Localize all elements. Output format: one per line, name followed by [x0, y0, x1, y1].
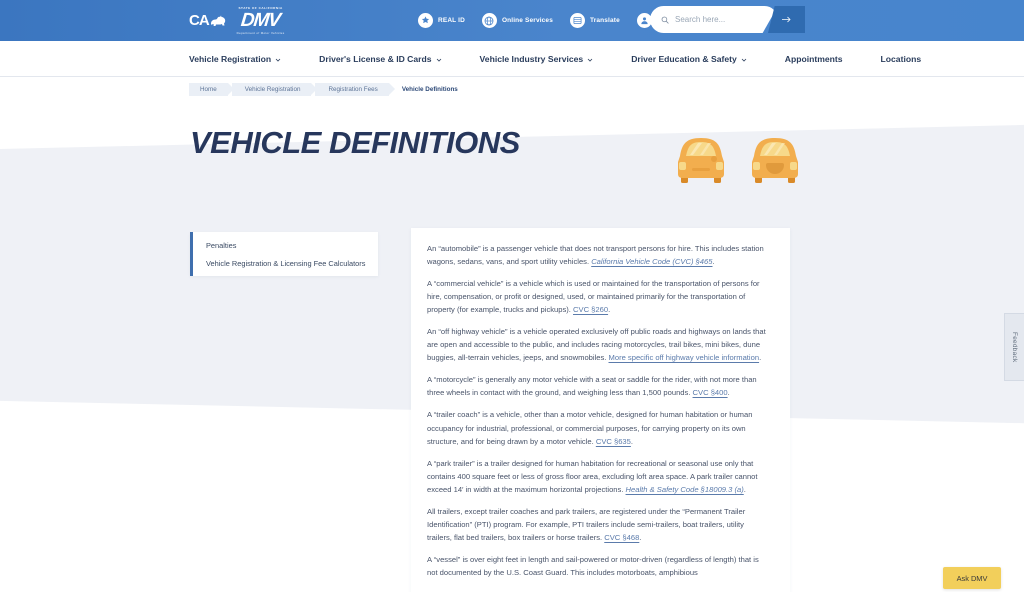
definition-paragraph-automobile: An “automobile” is a passenger vehicle t… [427, 244, 764, 267]
breadcrumb-label: Home [200, 86, 217, 93]
nav-item-label: Vehicle Registration [189, 54, 272, 64]
feedback-label: Feedback [1011, 331, 1018, 363]
definitions-content: An “automobile” is a passenger vehicle t… [411, 228, 790, 592]
utility-link-translate[interactable]: Translate [569, 13, 620, 28]
definition-link[interactable]: CVC §400 [693, 388, 728, 397]
definition-paragraph-park-trailer: A “park trailer” is a trailer designed f… [427, 458, 758, 494]
nav-item-driver-education-safety[interactable]: Driver Education & Safety [631, 54, 747, 64]
definition-link[interactable]: CVC §635 [596, 437, 631, 446]
dmv-dept-line: Department of Motor Vehicles [236, 30, 285, 35]
nav-item-vehicle-industry-services[interactable]: Vehicle Industry Services [480, 54, 594, 64]
top-utility-bar: CA STATE OF CALIFORNIA DMV Department of… [0, 0, 1024, 41]
dmv-word: DMV [240, 10, 282, 32]
chevron-down-icon [587, 57, 593, 63]
utility-link-online-services[interactable]: Online Services [481, 13, 553, 28]
globe-icon [481, 13, 497, 28]
site-search [650, 6, 805, 33]
bear-icon [210, 15, 227, 27]
definition-link[interactable]: More specific off highway vehicle inform… [609, 353, 760, 362]
car-icon-left [678, 138, 724, 183]
sidebar-item-label: Vehicle Registration & Licensing Fee Cal… [206, 259, 366, 268]
utility-links: REAL ID Online Services Translate [418, 0, 681, 41]
page-root: CA STATE OF CALIFORNIA DMV Department of… [0, 0, 1024, 592]
dmv-wordmark: STATE OF CALIFORNIA DMV Department of Mo… [236, 6, 285, 35]
sidebar-item-label: Penalties [206, 241, 237, 250]
site-logo[interactable]: CA STATE OF CALIFORNIA DMV Department of… [189, 6, 285, 35]
star-badge-icon [418, 13, 433, 28]
nav-item-label: Vehicle Industry Services [479, 54, 584, 64]
definition-link[interactable]: CVC §260 [573, 305, 608, 314]
search-icon [661, 11, 669, 29]
utility-link-label: Online Services [501, 17, 553, 24]
nav-item-vehicle-registration[interactable]: Vehicle Registration [189, 54, 281, 64]
translate-icon [569, 13, 585, 28]
arrow-right-icon [781, 15, 792, 24]
page-title: VEHICLE DEFINITIONS [190, 125, 520, 160]
sidebar-item-fee-calculators[interactable]: Vehicle Registration & Licensing Fee Cal… [206, 259, 378, 268]
definition-link[interactable]: Health & Safety Code §18009.3 (a) [626, 485, 744, 494]
ca-logo: CA [189, 12, 227, 29]
ca-logo-text: CA [189, 12, 210, 30]
breadcrumb-label: Vehicle Registration [244, 86, 301, 93]
breadcrumb-label: Registration Fees [328, 86, 378, 93]
breadcrumb-label: Vehicle Definitions [401, 86, 458, 93]
nav-item-label: Driver's License & ID Cards [319, 54, 432, 64]
chevron-down-icon [741, 57, 747, 63]
definition-paragraph-vessel: A “vessel” is over eight feet in length … [427, 554, 759, 577]
definition-paragraph-off-highway-vehicle: An “off highway vehicle” is a vehicle op… [427, 327, 766, 363]
ask-dmv-label: Ask DMV [956, 573, 988, 583]
breadcrumb: Home Vehicle Registration Registration F… [189, 83, 473, 96]
definition-paragraph-commercial-vehicle: A “commercial vehicle” is a vehicle whic… [427, 279, 760, 315]
sidebar-item-penalties[interactable]: Penalties [206, 241, 378, 250]
nav-item-label: Locations [880, 54, 922, 64]
chevron-down-icon [436, 57, 442, 63]
breadcrumb-item-vehicle-registration[interactable]: Vehicle Registration [231, 83, 318, 96]
breadcrumb-item-registration-fees[interactable]: Registration Fees [315, 83, 396, 96]
car-icon-right [752, 138, 798, 183]
definition-paragraph-trailer-coach: A “trailer coach” is a vehicle, other th… [427, 410, 753, 446]
definition-link[interactable]: CVC §468 [604, 533, 639, 542]
two-cars-icon [672, 132, 804, 187]
utility-link-real-id[interactable]: REAL ID [418, 13, 465, 28]
breadcrumb-item-vehicle-definitions: Vehicle Definitions [393, 83, 469, 96]
utility-link-label: Translate [589, 17, 620, 24]
related-links-sidebar: Penalties Vehicle Registration & Licensi… [190, 232, 378, 276]
chevron-down-icon [275, 57, 281, 63]
breadcrumb-item-home[interactable]: Home [189, 83, 234, 96]
ask-dmv-button[interactable]: Ask DMV [943, 567, 1001, 589]
definition-paragraph-pti-trailers: All trailers, except trailer coaches and… [427, 506, 746, 542]
feedback-tab[interactable]: Feedback [1004, 313, 1024, 381]
nav-item-drivers-license-id-cards[interactable]: Driver's License & ID Cards [319, 54, 441, 64]
nav-item-locations[interactable]: Locations [881, 54, 922, 64]
nav-item-label: Appointments [784, 54, 843, 64]
definition-paragraph-motorcycle: A “motorcycle” is generally any motor ve… [427, 375, 757, 398]
search-input-wrapper[interactable] [650, 6, 778, 33]
definition-link[interactable]: California Vehicle Code (CVC) §465 [591, 257, 712, 266]
nav-item-appointments[interactable]: Appointments [785, 54, 843, 64]
nav-item-label: Driver Education & Safety [631, 54, 737, 64]
main-navigation: Vehicle Registration Driver's License & … [0, 41, 1024, 77]
utility-link-label: REAL ID [438, 17, 465, 24]
search-input[interactable] [675, 15, 761, 24]
